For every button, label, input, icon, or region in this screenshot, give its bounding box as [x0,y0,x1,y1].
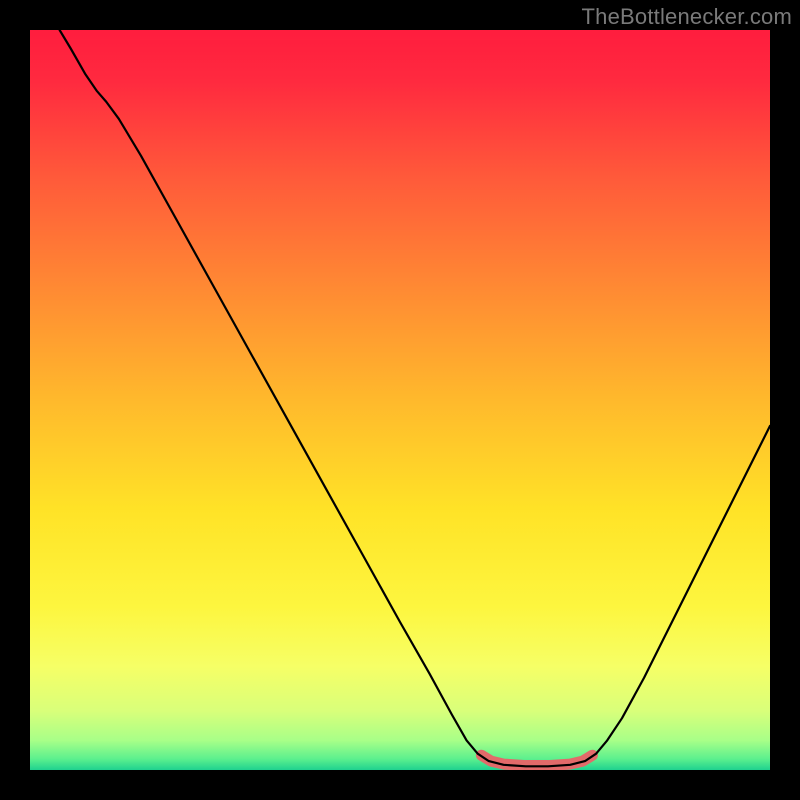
chart-frame: TheBottlenecker.com [0,0,800,800]
watermark-text: TheBottlenecker.com [582,4,792,30]
plot-area [30,30,770,770]
bottleneck-chart [30,30,770,770]
gradient-background [30,30,770,770]
